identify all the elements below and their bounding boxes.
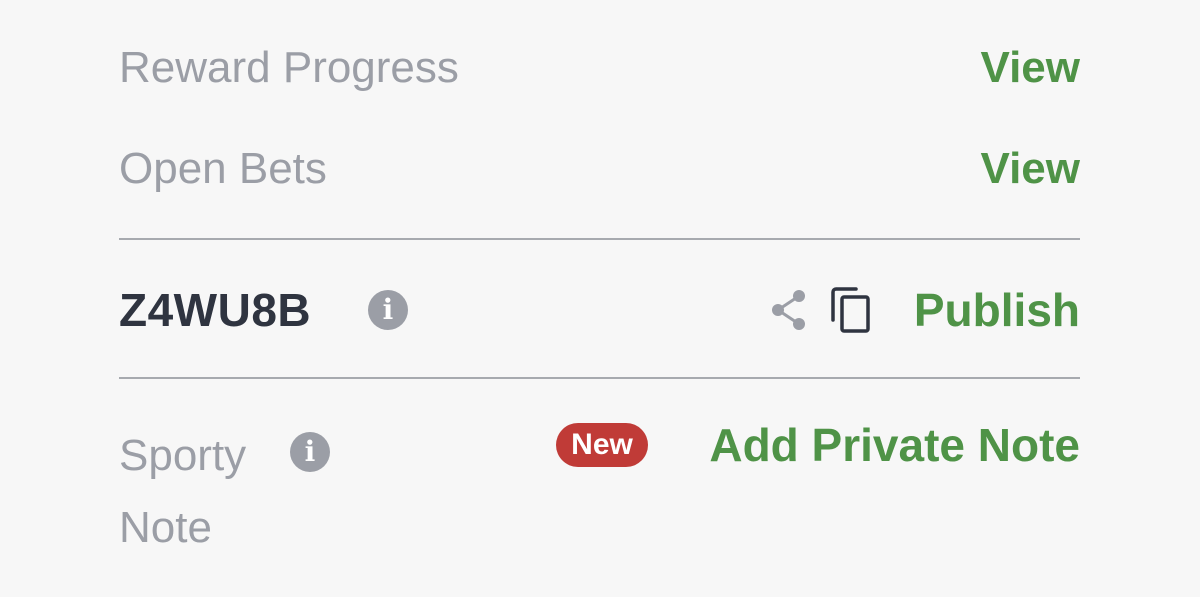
open-bets-label: Open Bets: [119, 144, 327, 193]
add-private-note-button[interactable]: Add Private Note: [709, 417, 1080, 473]
booking-code-row: Z4WU8B i Publish: [119, 280, 1080, 340]
open-bets-row: Open Bets View: [119, 141, 1080, 197]
reward-progress-view-link[interactable]: View: [981, 40, 1080, 96]
copy-icon[interactable]: [829, 286, 873, 334]
info-icon[interactable]: i: [368, 290, 408, 330]
publish-button[interactable]: Publish: [914, 280, 1080, 340]
reward-progress-row: Reward Progress View: [119, 40, 1080, 96]
info-icon[interactable]: i: [290, 432, 330, 472]
open-bets-view-link[interactable]: View: [981, 141, 1080, 197]
booking-code: Z4WU8B: [119, 284, 312, 336]
reward-progress-label: Reward Progress: [119, 43, 459, 92]
share-icon[interactable]: [769, 288, 809, 332]
sporty-note-label: Sporty Note: [119, 431, 247, 552]
new-badge: New: [556, 423, 648, 467]
divider: [119, 377, 1080, 379]
divider: [119, 238, 1080, 240]
sporty-note-row: Sporty Note i New Add Private Note: [119, 417, 1080, 552]
